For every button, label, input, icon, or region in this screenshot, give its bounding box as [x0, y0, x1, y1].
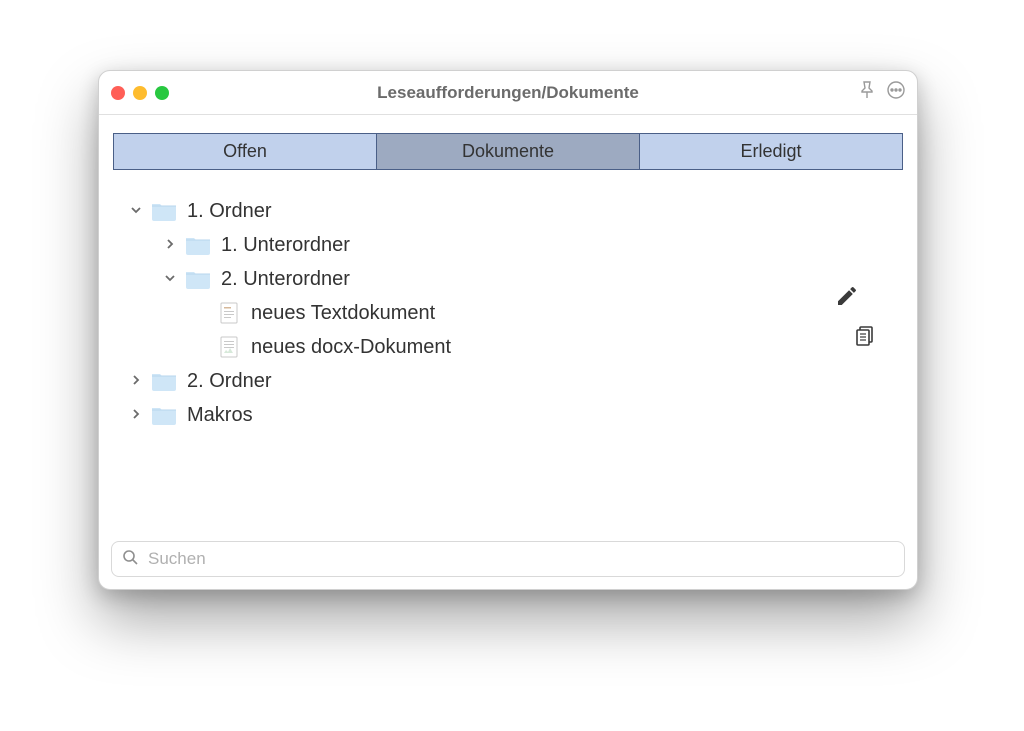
chevron-right-icon[interactable] [161, 237, 179, 253]
tree-label: 1. Ordner [187, 200, 271, 223]
tree-label: 1. Unterordner [221, 234, 350, 257]
chevron-down-icon[interactable] [127, 203, 145, 219]
tab-bar: Offen Dokumente Erledigt [113, 133, 903, 170]
docx-document-icon [219, 335, 239, 359]
window-title: Leseaufforderungen/Dokumente [99, 83, 917, 103]
folder-icon [185, 269, 211, 289]
chevron-right-icon[interactable] [127, 407, 145, 423]
tree-view: 1. Ordner 1. Unterordner 2. Unterordner [99, 176, 917, 541]
search-input[interactable] [146, 548, 894, 570]
tree-label: 2. Unterordner [221, 268, 350, 291]
row-actions [835, 284, 877, 354]
tab-documents[interactable]: Dokumente [377, 134, 640, 169]
tab-done[interactable]: Erledigt [640, 134, 902, 169]
folder-icon [151, 371, 177, 391]
search-icon [122, 549, 138, 570]
tab-open[interactable]: Offen [114, 134, 377, 169]
chevron-right-icon[interactable] [127, 373, 145, 389]
copy-icon[interactable] [853, 324, 877, 354]
chevron-down-icon[interactable] [161, 271, 179, 287]
folder-icon [151, 201, 177, 221]
tree-row-folder1[interactable]: 1. Ordner [127, 194, 897, 228]
search-bar[interactable] [111, 541, 905, 577]
tree-label: Makros [187, 404, 253, 427]
text-document-icon [219, 301, 239, 325]
tree-label: neues docx-Dokument [251, 336, 451, 359]
tree-row-doc1[interactable]: neues Textdokument [127, 296, 897, 330]
tree-row-folder2[interactable]: 2. Ordner [127, 364, 897, 398]
edit-icon[interactable] [835, 284, 877, 314]
tree-row-sub1[interactable]: 1. Unterordner [127, 228, 897, 262]
titlebar: Leseaufforderungen/Dokumente [99, 71, 917, 115]
window: Leseaufforderungen/Dokumente Offen Dokum… [98, 70, 918, 590]
tree-label: 2. Ordner [187, 370, 271, 393]
tree-row-sub2[interactable]: 2. Unterordner [127, 262, 897, 296]
tree-row-macros[interactable]: Makros [127, 398, 897, 432]
tree-row-doc2[interactable]: neues docx-Dokument [127, 330, 897, 364]
tree-label: neues Textdokument [251, 302, 435, 325]
folder-icon [185, 235, 211, 255]
folder-icon [151, 405, 177, 425]
